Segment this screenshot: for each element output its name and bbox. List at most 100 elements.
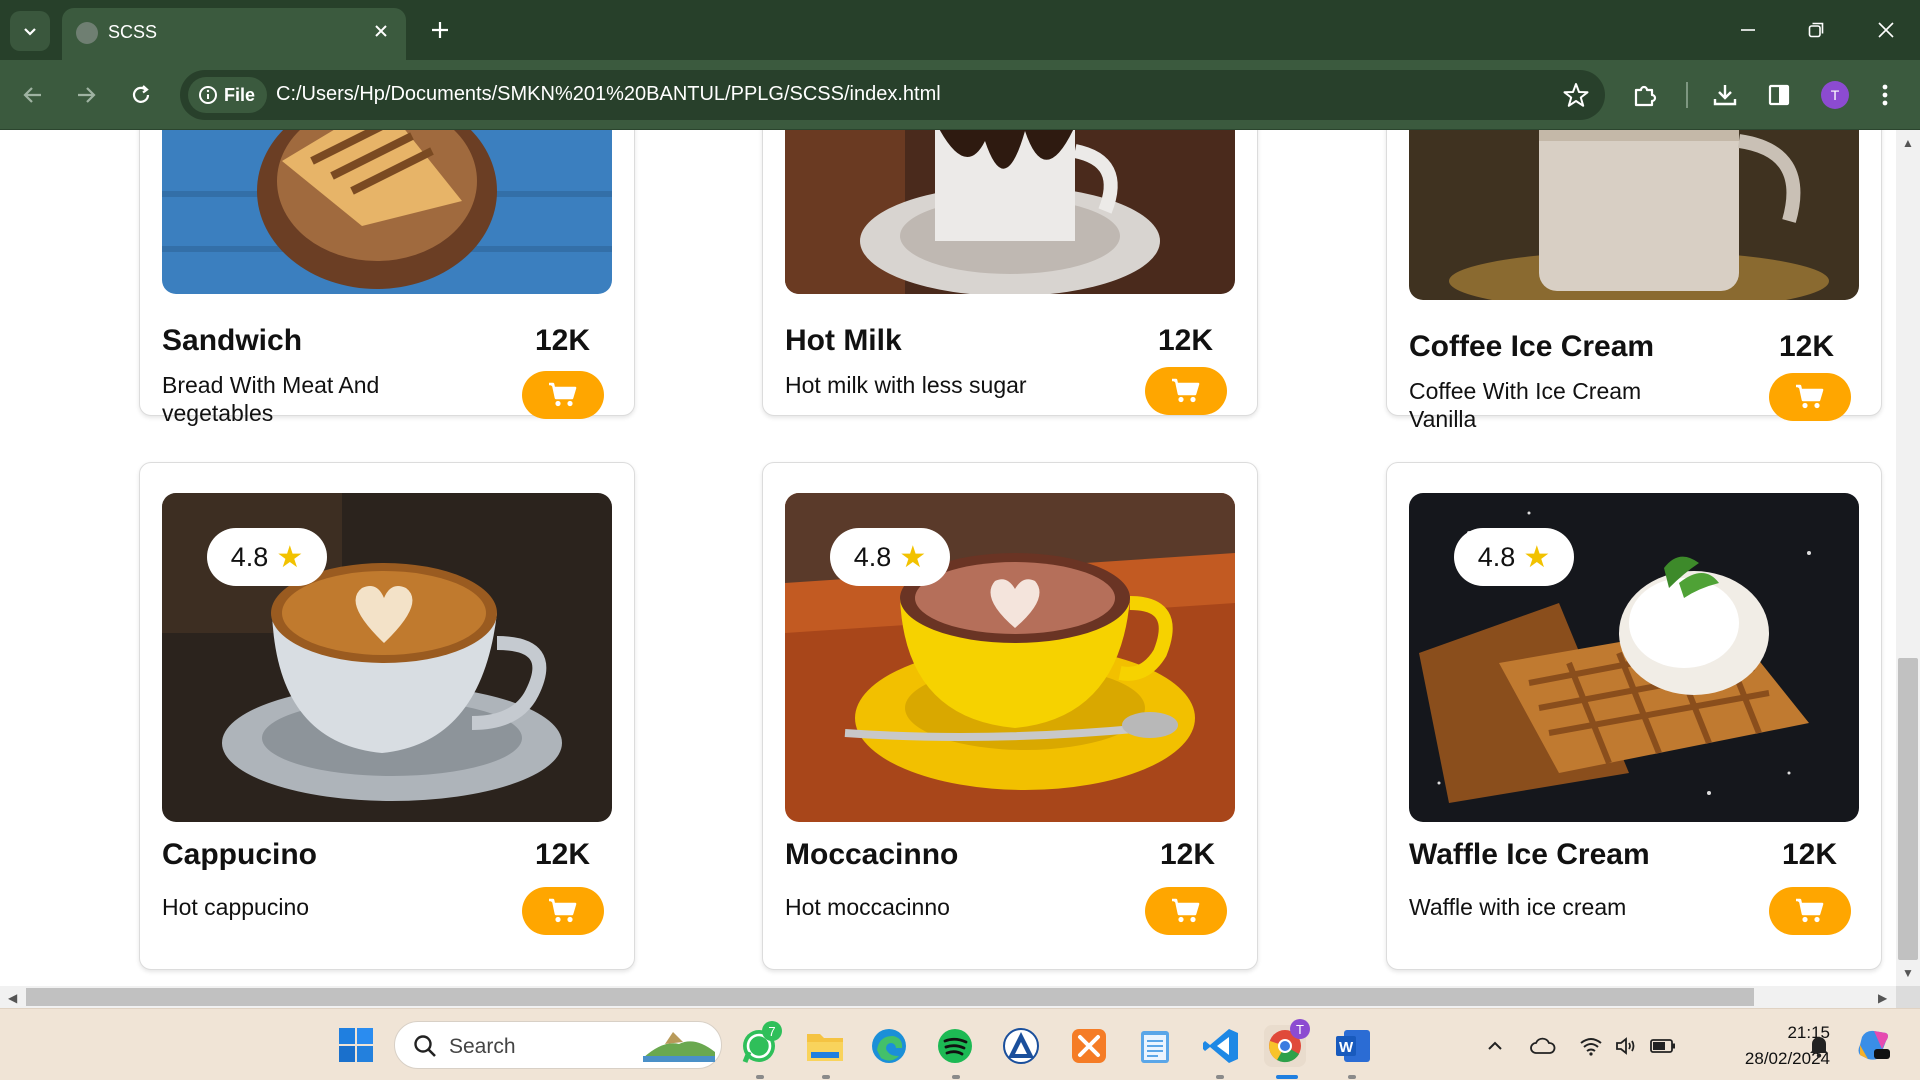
globe-icon [76,22,98,44]
add-to-cart-button[interactable] [522,887,604,935]
running-indicator [822,1075,830,1079]
taskbar-search[interactable]: Search [394,1021,722,1069]
restore-icon [1808,22,1824,38]
file-explorer-app[interactable] [804,1025,846,1067]
menu-card-waffle-ice-cream: 4.8 ★ Waffle Ice Cream 12K Waffle with i… [1386,462,1882,970]
card-title: Waffle Ice Cream [1409,838,1650,871]
bookmark-star-icon[interactable] [1563,82,1589,108]
card-description: Hot cappucino [162,894,310,920]
star-icon: ★ [1523,540,1551,574]
back-button[interactable] [13,75,53,115]
active-indicator [1276,1075,1298,1079]
sandwich-image [162,130,612,294]
reload-button[interactable] [121,75,161,115]
word-app[interactable]: W [1332,1025,1374,1067]
side-panel-button[interactable] [1762,78,1796,112]
star-icon: ★ [899,540,927,574]
browser-toolbar: File C:/Users/Hp/Documents/SMKN%201%20BA… [0,60,1920,130]
scroll-left-arrow-icon[interactable]: ◀ [8,991,17,1005]
download-icon [1713,85,1737,106]
rating-value: 4.8 [1477,541,1516,572]
close-window-button[interactable] [1858,6,1914,54]
running-indicator [1348,1075,1356,1079]
arrow-right-icon [78,87,96,103]
edge-app[interactable] [868,1025,910,1067]
close-icon [1878,22,1894,38]
more-vertical-icon [1882,84,1888,106]
bell-icon [1810,1037,1828,1058]
url-text[interactable]: C:/Users/Hp/Documents/SMKN%201%20BANTUL/… [276,83,941,106]
onedrive-tray-icon[interactable] [1530,1033,1556,1059]
add-to-cart-button[interactable] [522,371,604,419]
profile-avatar[interactable]: T [1821,81,1849,109]
rating-badge: 4.8 ★ [207,528,327,586]
spotify-app[interactable] [934,1025,976,1067]
copilot-button[interactable] [1854,1025,1894,1065]
tab-scss[interactable]: SCSS [62,8,406,60]
menu-card-coffee-ice-cream: Coffee Ice Cream 12K Coffee With Ice Cre… [1386,130,1882,432]
xampp-app[interactable] [1068,1025,1110,1067]
card-title: Cappucino [162,838,317,871]
tab-search-button[interactable] [10,11,50,51]
card-title: Moccacinno [785,838,959,871]
chevron-up-icon [1488,1041,1502,1050]
minimize-button[interactable] [1720,6,1776,54]
add-to-cart-button[interactable] [1145,367,1227,415]
shopping-cart-icon [549,898,577,923]
scroll-down-arrow-icon[interactable]: ▼ [1902,966,1914,980]
battery-tray-icon[interactable] [1650,1033,1676,1059]
card-title: Coffee Ice Cream [1409,330,1655,363]
forward-button[interactable] [66,75,106,115]
reload-icon [132,85,150,103]
menu-card-moccacinno: 4.8 ★ Moccacinno 12K Hot moccacinno [762,462,1258,970]
card-title: Sandwich [162,324,303,357]
coffee-ice-cream-image [1409,130,1859,300]
notifications-button[interactable] [1806,1033,1832,1059]
site-chip-label: File [224,84,256,105]
vscode-app[interactable] [1200,1025,1242,1067]
shopping-cart-icon [549,382,577,407]
add-to-cart-button[interactable] [1145,887,1227,935]
hot-milk-image [785,130,1235,294]
arrow-left-icon [23,87,41,103]
start-button[interactable] [338,1027,374,1063]
new-tab-button[interactable] [422,12,458,48]
vscode-icon [1203,1029,1238,1063]
side-panel-icon [1768,84,1790,106]
taskbar: Search 7 T W 21:15 28/02/2024 [0,1008,1920,1080]
scroll-up-arrow-icon[interactable]: ▲ [1902,136,1914,150]
card-price: 12K [1160,838,1216,871]
menu-card-cappucino: 4.8 ★ Cappucino 12K Hot cappucino [139,462,635,970]
downloads-button[interactable] [1708,78,1742,112]
card-description: Coffee With Ice Cream Vanilla [1409,378,1642,432]
address-bar[interactable]: File C:/Users/Hp/Documents/SMKN%201%20BA… [180,70,1605,120]
show-hidden-icons-button[interactable] [1482,1033,1508,1059]
site-info-chip[interactable]: File [188,77,268,113]
waffle-ice-cream-image: 4.8 ★ [1409,493,1859,822]
plus-icon [432,22,448,38]
horizontal-scroll-thumb[interactable] [26,988,1754,1006]
minimize-icon [1741,29,1755,31]
vertical-scroll-thumb[interactable] [1898,658,1918,960]
arc-app[interactable] [1000,1025,1042,1067]
rating-value: 4.8 [853,541,892,572]
restore-button[interactable] [1788,6,1844,54]
card-description: Waffle with ice cream [1409,894,1627,920]
shopping-cart-icon [1172,378,1200,403]
scrollbar-corner [1896,986,1920,1008]
add-to-cart-button[interactable] [1769,887,1851,935]
add-to-cart-button[interactable] [1769,373,1851,421]
running-indicator [952,1075,960,1079]
folder-icon [807,1034,843,1061]
notepad-app[interactable] [1134,1025,1176,1067]
scroll-right-arrow-icon[interactable]: ▶ [1878,991,1887,1005]
cloud-icon [1530,1037,1556,1054]
xampp-icon [1072,1029,1106,1063]
svg-text:W: W [1339,1039,1354,1056]
extensions-button[interactable] [1628,78,1662,112]
wifi-tray-icon[interactable] [1578,1033,1604,1059]
tab-close-button[interactable] [366,16,396,46]
battery-icon [1650,1039,1675,1053]
volume-tray-icon[interactable] [1614,1033,1640,1059]
browser-menu-button[interactable] [1868,78,1902,112]
